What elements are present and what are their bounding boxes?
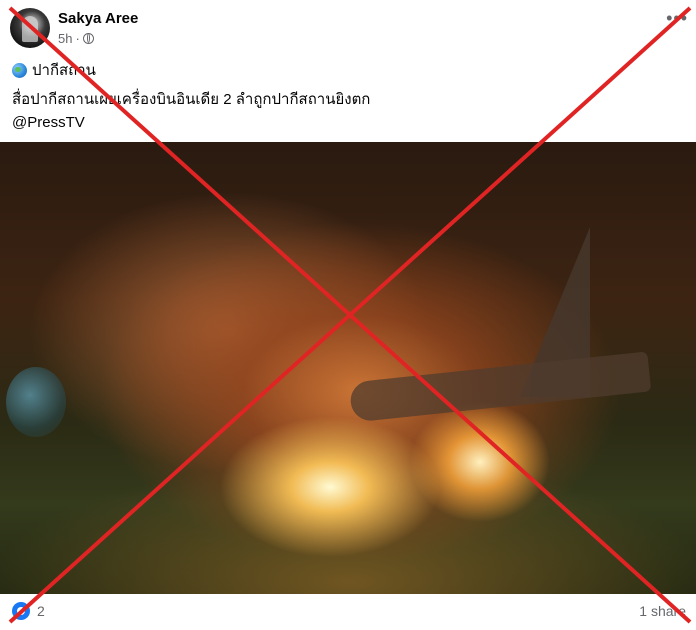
author-name[interactable]: Sakya Aree bbox=[58, 10, 138, 27]
post-location: ปากีสถาน bbox=[32, 62, 96, 79]
aircraft-fuselage bbox=[348, 351, 652, 423]
post-source[interactable]: @PressTV bbox=[12, 114, 85, 131]
more-options-icon[interactable]: ••• bbox=[666, 8, 688, 29]
post-meta: 5h · bbox=[58, 31, 94, 46]
facebook-post: Sakya Aree 5h · ••• ปากีสถาน สื่อปากีสถา… bbox=[0, 0, 696, 630]
post-header: Sakya Aree 5h · bbox=[10, 8, 686, 50]
public-globe-icon[interactable] bbox=[82, 33, 94, 44]
bush-silhouette bbox=[6, 367, 66, 437]
reaction-count[interactable]: 2 bbox=[37, 603, 45, 619]
post-location-line: ปากีสถาน bbox=[12, 58, 96, 82]
globe-icon bbox=[12, 62, 27, 78]
post-footer: 2 1 share bbox=[0, 594, 696, 630]
post-photo[interactable] bbox=[0, 142, 696, 594]
post-time[interactable]: 5h bbox=[58, 31, 72, 46]
post-text: สื่อปากีสถานเผยเครื่องบินอินเดีย 2 ลำถูก… bbox=[12, 91, 371, 108]
share-count[interactable]: 1 share bbox=[639, 603, 686, 619]
avatar[interactable] bbox=[10, 8, 50, 48]
like-reaction-icon[interactable] bbox=[12, 602, 30, 620]
